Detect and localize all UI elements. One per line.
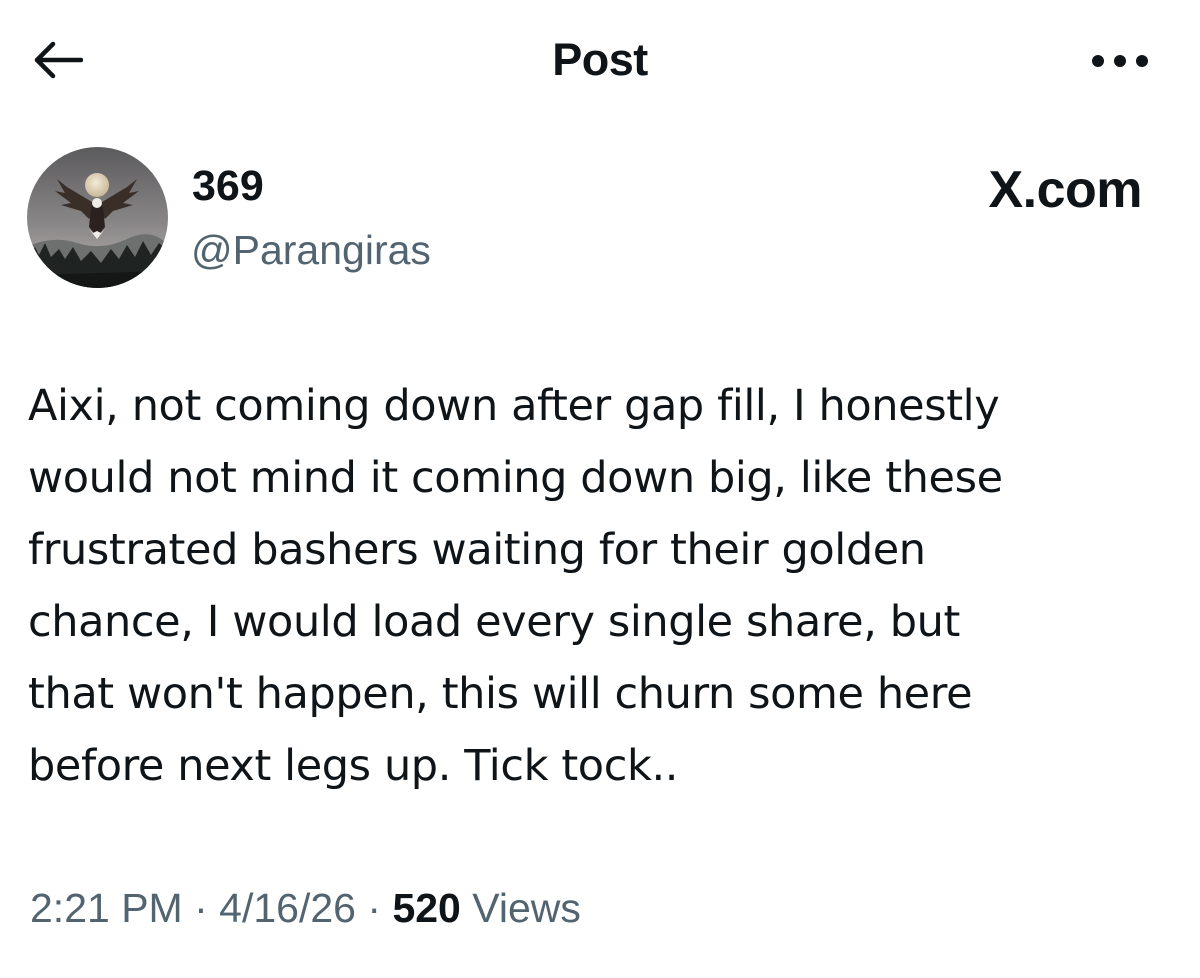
post-text: Aixi, not coming down after gap fill, I … [28, 370, 1178, 802]
post-header: Post [0, 0, 1200, 120]
post-metadata: 2:21 PM · 4/16/26 · 520 Views [30, 880, 581, 936]
post-text-line: before next legs up. Tick tock.. [28, 741, 678, 791]
more-horizontal-icon [1092, 55, 1148, 67]
author-handle[interactable]: @Parangiras [191, 224, 431, 276]
eagle-moon-avatar-image [27, 147, 168, 288]
post-text-line: that won't happen, this will churn some … [28, 669, 973, 719]
post-date[interactable]: 4/16/26 [219, 885, 356, 931]
post-text-line: frustrated bashers waiting for their gol… [28, 525, 926, 575]
post-text-line: Aixi, not coming down after gap fill, I … [28, 381, 1000, 431]
avatar[interactable] [27, 147, 168, 288]
meta-separator: · [194, 885, 208, 931]
meta-separator: · [367, 885, 382, 931]
post-time[interactable]: 2:21 PM [30, 885, 183, 931]
source-label: X.com [988, 161, 1142, 219]
page-title: Post [552, 34, 648, 85]
author-display-name[interactable]: 369 [192, 160, 264, 212]
source-watermark: X.com [988, 162, 1142, 218]
views-label: Views [472, 885, 581, 931]
post-text-line: would not mind it coming down big, like … [28, 453, 1003, 503]
more-options-button[interactable] [1075, 36, 1165, 86]
post-text-line: chance, I would load every single share,… [28, 597, 960, 647]
views-count: 520 [392, 885, 461, 931]
